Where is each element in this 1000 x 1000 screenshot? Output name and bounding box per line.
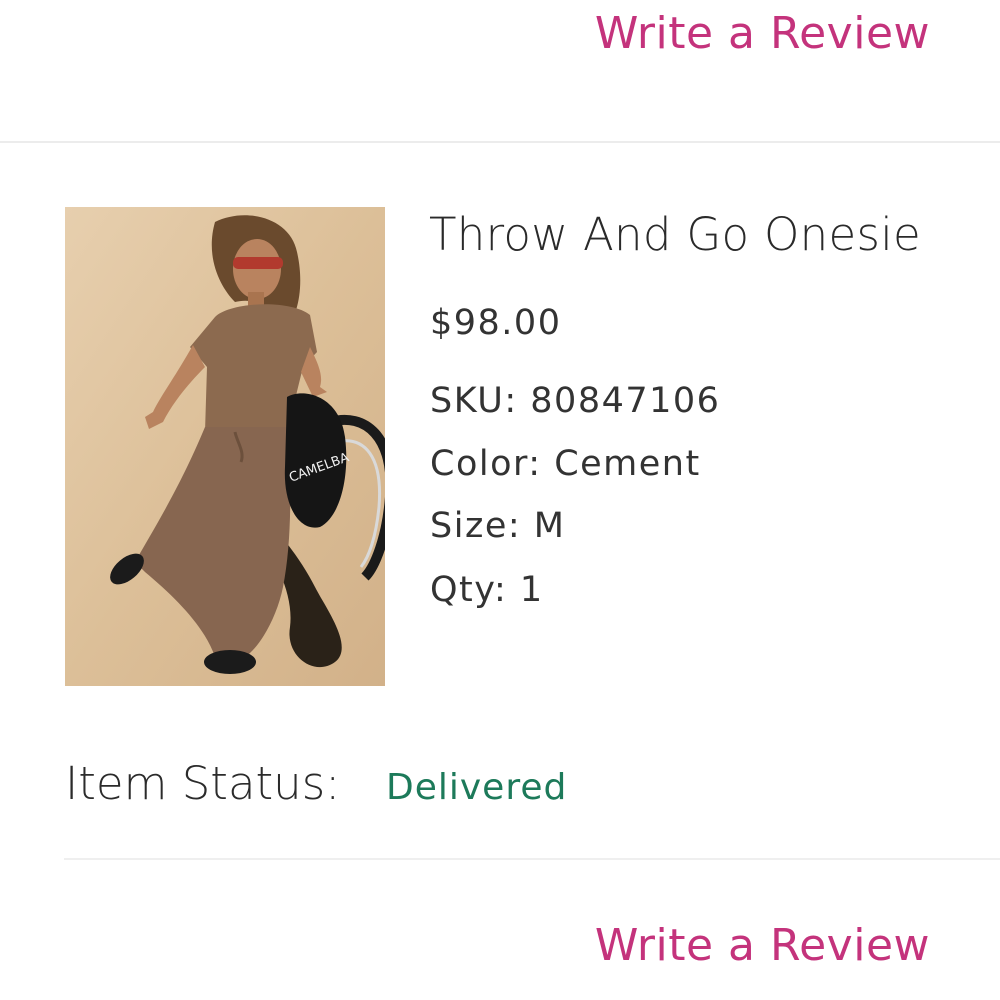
item-status-label: Item Status:: [65, 757, 341, 810]
section-divider: [64, 858, 1000, 860]
sku-label: SKU:: [430, 381, 518, 421]
product-title[interactable]: Throw And Go Onesie: [429, 208, 921, 261]
section-divider: [0, 141, 1000, 143]
qty-value: 1: [519, 570, 544, 610]
color-label: Color:: [430, 444, 542, 484]
product-price: $98.00: [430, 303, 562, 343]
product-image[interactable]: CAMELBA: [65, 207, 385, 686]
color-value: Cement: [554, 444, 701, 484]
sku-value: 80847106: [530, 381, 721, 421]
product-quantity: Qty: 1: [430, 570, 544, 610]
qty-label: Qty:: [430, 570, 508, 610]
product-size: Size: M: [430, 506, 565, 546]
write-review-link-top[interactable]: Write a Review: [595, 8, 930, 59]
item-status-value: Delivered: [386, 767, 568, 808]
product-color: Color: Cement: [430, 444, 701, 484]
size-label: Size:: [430, 506, 522, 546]
write-review-link-bottom[interactable]: Write a Review: [595, 920, 930, 971]
product-sku: SKU: 80847106: [430, 381, 720, 421]
order-item-page: Write a Review CAMELBA Throw And Go Ones…: [0, 0, 1000, 1000]
size-value: M: [533, 506, 566, 546]
